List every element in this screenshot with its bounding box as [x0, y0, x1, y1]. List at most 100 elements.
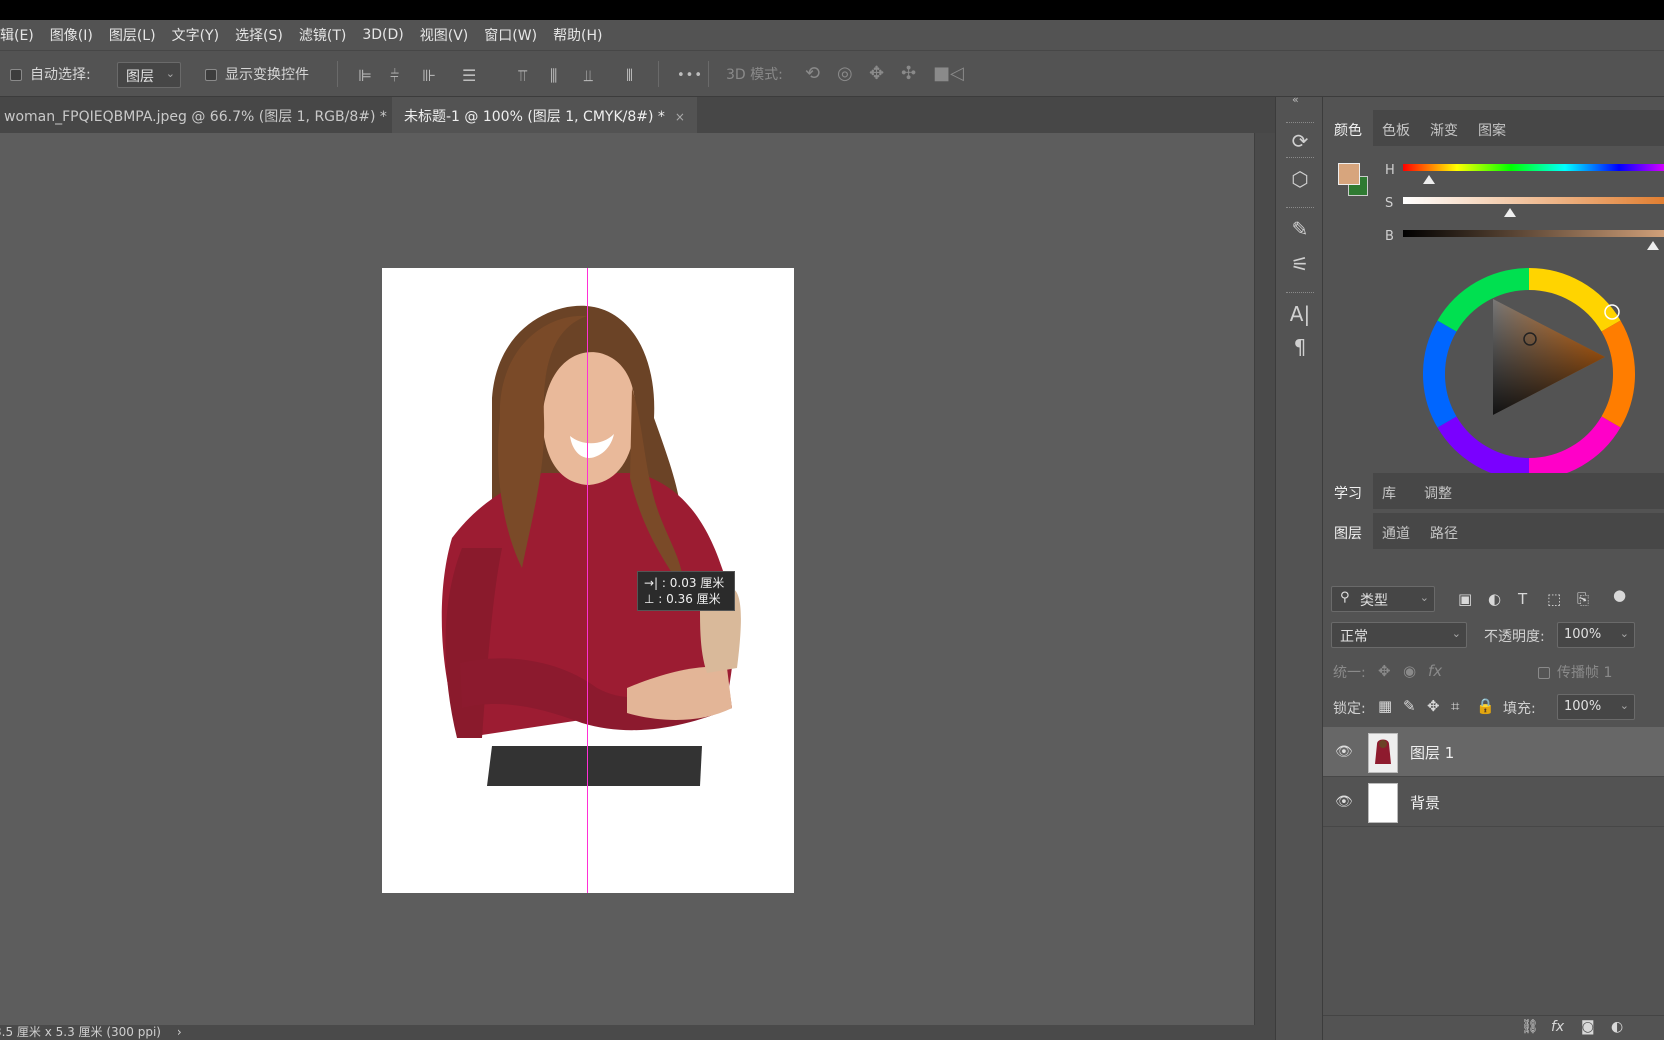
auto-select-label: 自动选择: — [30, 67, 91, 83]
grip-handle[interactable] — [1286, 292, 1314, 294]
layer-name: 图层 1 — [1410, 744, 1455, 762]
menu-image[interactable]: 图像(I) — [42, 25, 101, 45]
align-vcenter-icon[interactable]: ⫼ — [550, 68, 557, 84]
hue-slider[interactable] — [1403, 164, 1664, 171]
3d-camera-icon[interactable]: ■◁ — [933, 65, 964, 83]
options-bar: 自动选择: 图层 ⌄ 显示变换控件 ⊫ ⫩ ⊪ ☰ ⫪ ⫼ ⫫ ⦀ ••• 3D… — [0, 50, 1664, 97]
blend-mode-dropdown[interactable]: 正常 ⌄ — [1331, 622, 1467, 648]
align-hcenter-icon[interactable]: ⫩ — [390, 68, 399, 84]
foreground-color-swatch[interactable] — [1338, 163, 1360, 185]
menu-filter[interactable]: 滤镜(T) — [291, 25, 354, 45]
lock-all-icon[interactable]: 🔒 — [1476, 697, 1495, 715]
lock-transparency-icon[interactable]: ▦ — [1378, 697, 1392, 715]
grip-handle[interactable] — [1286, 122, 1314, 124]
tab-untitled-1[interactable]: 未标题-1 @ 100% (图层 1, CMYK/8#) * × — [392, 97, 697, 133]
brightness-slider-thumb[interactable] — [1646, 241, 1659, 250]
brush-settings-icon[interactable]: ✎ — [1288, 217, 1312, 241]
unify-position-icon[interactable]: ✥ — [1378, 662, 1391, 680]
link-layers-icon[interactable]: ⛓ — [1521, 1019, 1539, 1035]
3d-slide-icon[interactable]: ✣ — [901, 65, 916, 83]
document-tab-bar: woman_FPQIEQBMPA.jpeg @ 66.7% (图层 1, RGB… — [0, 97, 1275, 133]
saturation-slider-thumb[interactable] — [1504, 208, 1517, 217]
character-icon[interactable]: A| — [1288, 302, 1312, 326]
hue-slider-thumb[interactable] — [1422, 175, 1435, 184]
menu-bar: 辑(E) 图像(I) 图层(L) 文字(Y) 选择(S) 滤镜(T) 3D(D)… — [0, 20, 1664, 50]
auto-select-dropdown[interactable]: 图层 ⌄ — [117, 62, 181, 88]
type-filter-icon[interactable]: T — [1518, 590, 1527, 608]
color-panel-tabs: 颜色 色板 渐变 图案 — [1323, 110, 1664, 146]
3d-orbit-icon[interactable]: ⟲ — [805, 65, 820, 83]
tab-gradients[interactable]: 渐变 — [1419, 110, 1469, 146]
align-right-icon[interactable]: ⊪ — [422, 68, 436, 84]
add-layer-style-icon[interactable]: fx — [1551, 1019, 1564, 1035]
menu-edit[interactable]: 辑(E) — [0, 25, 42, 45]
adjustment-layer-icon[interactable]: ◐ — [1611, 1019, 1623, 1035]
tab-swatches[interactable]: 色板 — [1371, 110, 1421, 146]
tab-adjustments[interactable]: 调整 — [1413, 473, 1463, 509]
tab-woman-jpeg[interactable]: woman_FPQIEQBMPA.jpeg @ 66.7% (图层 1, RGB… — [0, 97, 419, 133]
unify-visibility-icon[interactable]: ◉ — [1403, 662, 1416, 680]
menu-layer[interactable]: 图层(L) — [101, 25, 164, 45]
brushes-icon[interactable]: ⚟ — [1288, 252, 1312, 276]
align-top-icon[interactable]: ⫪ — [518, 68, 527, 84]
visibility-eye-icon[interactable]: 👁 — [1335, 744, 1353, 760]
layer-row-background[interactable]: 👁 背景 — [1323, 777, 1664, 827]
menu-window[interactable]: 窗口(W) — [476, 25, 545, 45]
tab-libraries[interactable]: 库 — [1371, 473, 1407, 509]
brightness-slider[interactable] — [1403, 230, 1664, 237]
distribute-vertical-icon[interactable]: ☰ — [462, 68, 476, 84]
close-icon[interactable]: × — [675, 110, 685, 124]
align-left-icon[interactable]: ⊫ — [358, 68, 372, 84]
tab-learn[interactable]: 学习 — [1323, 473, 1373, 509]
layer-filter-dropdown[interactable]: ⚲ 类型 ⌄ — [1331, 586, 1435, 612]
more-options-icon[interactable]: ••• — [677, 68, 703, 84]
show-transform-checkbox[interactable] — [205, 69, 217, 81]
tab-patterns[interactable]: 图案 — [1467, 110, 1517, 146]
lock-artboard-icon[interactable]: ⌗ — [1451, 697, 1459, 715]
unify-style-icon[interactable]: fx — [1428, 662, 1442, 680]
pixel-filter-icon[interactable]: ▣ — [1458, 590, 1472, 608]
panel-icon-strip: « ⟳ ⬡ ✎ ⚟ A| ¶ — [1275, 93, 1323, 1040]
vertical-guide-line[interactable] — [587, 268, 588, 893]
tab-channels[interactable]: 通道 — [1371, 513, 1421, 549]
align-bottom-icon[interactable]: ⫫ — [584, 68, 593, 84]
collapse-panels-icon[interactable]: « — [1292, 93, 1299, 106]
fill-field[interactable]: 100% ⌄ — [1557, 694, 1635, 720]
distribute-horizontal-icon[interactable]: ⦀ — [626, 68, 633, 84]
auto-select-value: 图层 — [126, 69, 154, 85]
smart-object-filter-icon[interactable]: ⎘ — [1577, 590, 1589, 608]
opacity-field[interactable]: 100% ⌄ — [1557, 622, 1635, 648]
lock-pixels-icon[interactable]: ✎ — [1403, 697, 1416, 715]
adjustment-filter-icon[interactable]: ◐ — [1488, 590, 1501, 608]
saturation-slider[interactable] — [1403, 197, 1664, 204]
menu-select[interactable]: 选择(S) — [227, 25, 291, 45]
grip-handle[interactable] — [1286, 207, 1314, 209]
menu-view[interactable]: 视图(V) — [412, 25, 477, 45]
status-menu-arrow[interactable]: › — [177, 1025, 182, 1039]
chevron-down-icon: ⌄ — [1419, 591, 1429, 604]
color-wheel[interactable] — [1423, 265, 1664, 497]
tab-color[interactable]: 颜色 — [1323, 110, 1373, 146]
menu-help[interactable]: 帮助(H) — [545, 25, 610, 45]
layer-row-layer1[interactable]: 👁 图层 1 — [1323, 727, 1664, 777]
filter-toggle-icon[interactable]: ● — [1613, 586, 1626, 604]
visibility-eye-icon[interactable]: 👁 — [1335, 794, 1353, 810]
vertical-scrollbar[interactable] — [1254, 133, 1275, 1025]
menu-3d[interactable]: 3D(D) — [354, 27, 411, 43]
tab-paths[interactable]: 路径 — [1419, 513, 1469, 549]
add-mask-icon[interactable]: ◙ — [1581, 1019, 1595, 1035]
menu-type[interactable]: 文字(Y) — [164, 25, 227, 45]
3d-roll-icon[interactable]: ◎ — [837, 65, 853, 83]
3d-panel-icon[interactable]: ⬡ — [1288, 167, 1312, 191]
saturation-label: S — [1385, 196, 1394, 211]
shape-filter-icon[interactable]: ⬚ — [1547, 590, 1561, 608]
grip-handle[interactable] — [1286, 157, 1314, 159]
lock-position-icon[interactable]: ✥ — [1427, 697, 1440, 715]
history-icon[interactable]: ⟳ — [1288, 129, 1312, 153]
propagate-frame-checkbox[interactable] — [1538, 667, 1550, 679]
3d-pan-icon[interactable]: ✥ — [869, 65, 884, 83]
tab-layers[interactable]: 图层 — [1323, 513, 1373, 549]
paragraph-icon[interactable]: ¶ — [1288, 335, 1312, 359]
fill-label: 填充: — [1503, 701, 1536, 717]
auto-select-checkbox[interactable] — [10, 69, 22, 81]
